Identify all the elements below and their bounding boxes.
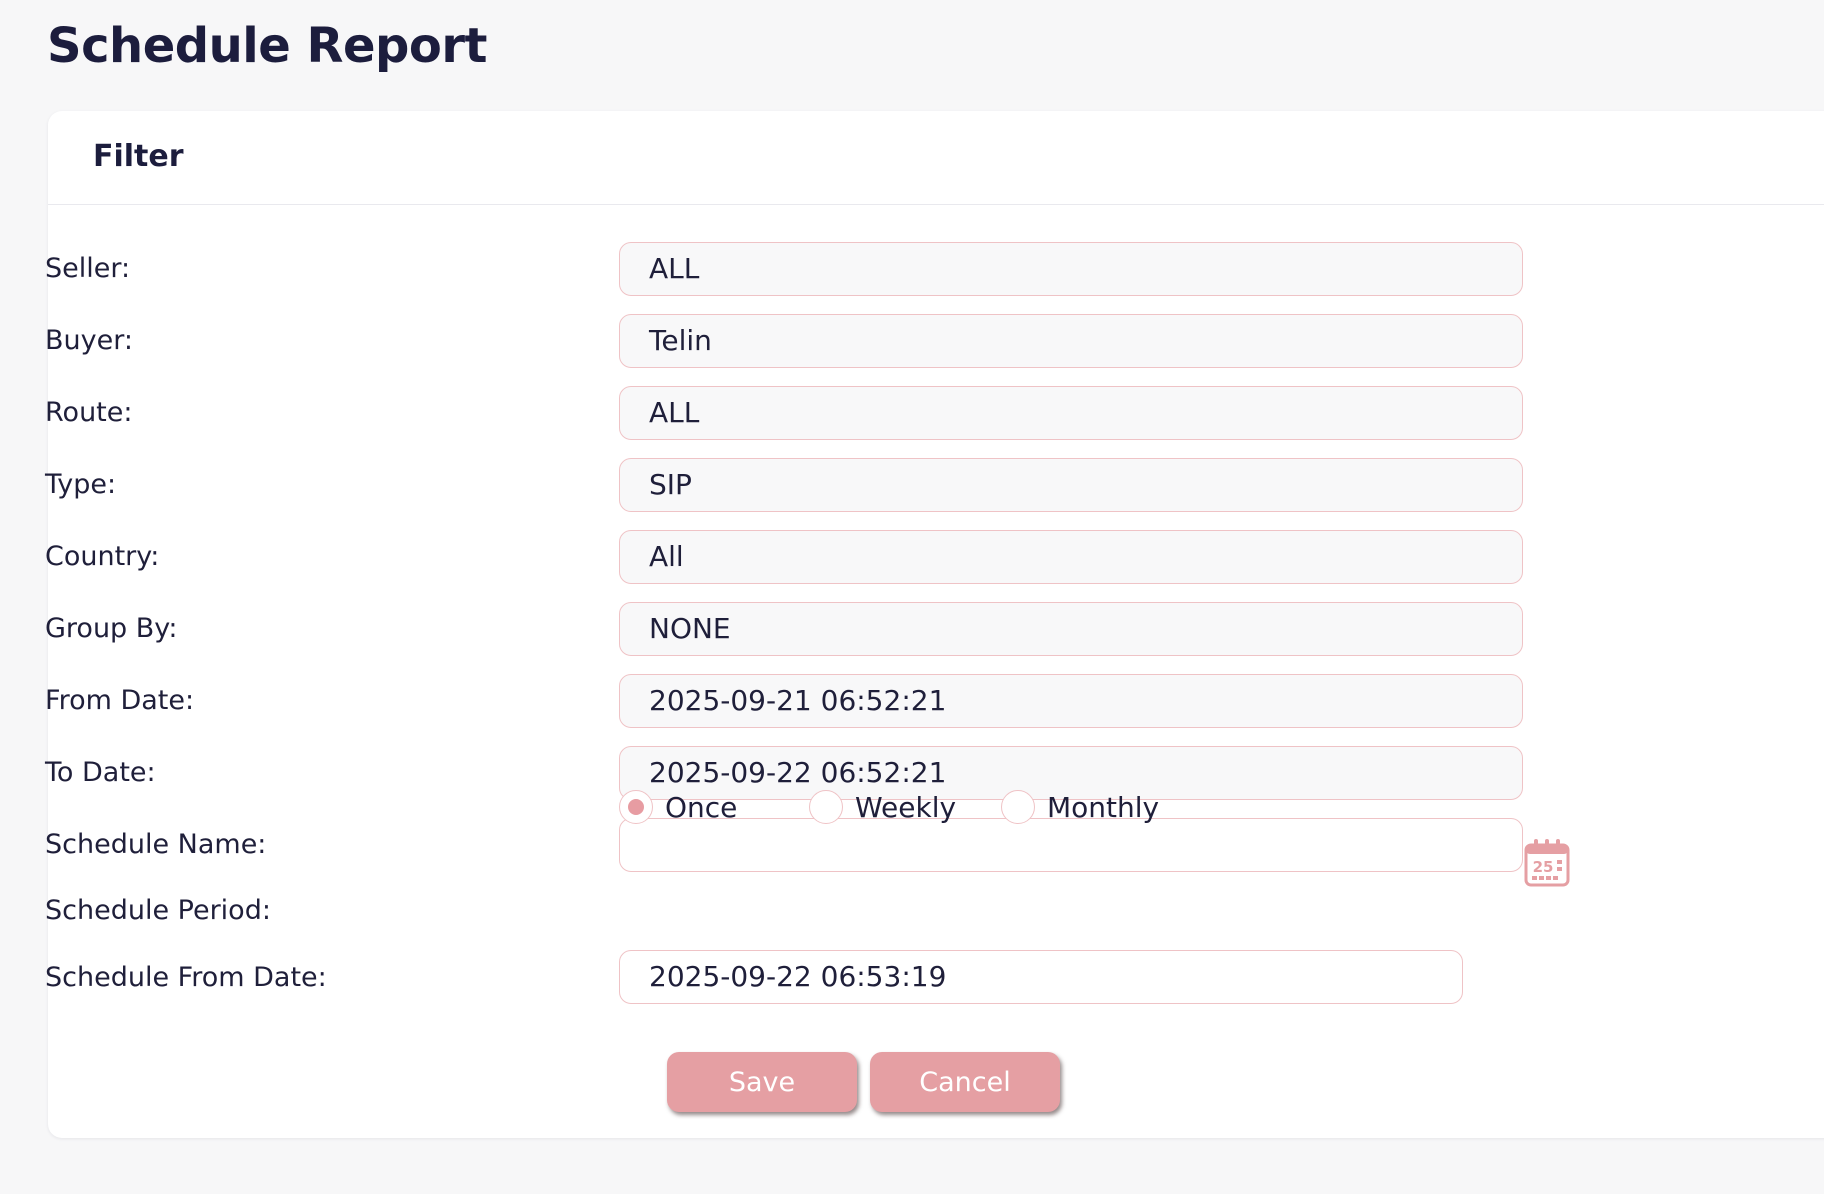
buyer-value: Telin bbox=[649, 324, 712, 357]
save-button[interactable]: Save bbox=[667, 1052, 857, 1112]
type-label: Type: bbox=[45, 469, 117, 500]
group-by-value: NONE bbox=[649, 612, 731, 645]
radio-option-monthly[interactable]: Monthly bbox=[1001, 785, 1159, 829]
route-select[interactable]: ALL bbox=[619, 386, 1523, 440]
group-by-label: Group By: bbox=[45, 613, 178, 644]
buyer-label: Buyer: bbox=[45, 325, 133, 356]
radio-option-weekly[interactable]: Weekly bbox=[809, 785, 956, 829]
type-value: SIP bbox=[649, 468, 692, 501]
to-date-label: To Date: bbox=[45, 757, 156, 788]
route-value: ALL bbox=[649, 396, 700, 429]
country-label: Country: bbox=[45, 541, 160, 572]
country-value: All bbox=[649, 540, 684, 573]
country-select[interactable]: All bbox=[619, 530, 1523, 584]
group-by-select[interactable]: NONE bbox=[619, 602, 1523, 656]
calendar-icon[interactable]: 25 bbox=[1524, 838, 1570, 888]
schedule-from-date-input[interactable]: 2025-09-22 06:53:19 bbox=[619, 950, 1463, 1004]
from-date-label: From Date: bbox=[45, 685, 195, 716]
radio-weekly-label[interactable]: Weekly bbox=[855, 791, 956, 824]
cancel-button[interactable]: Cancel bbox=[870, 1052, 1060, 1112]
seller-value: ALL bbox=[649, 252, 700, 285]
from-date-value: 2025-09-21 06:52:21 bbox=[649, 684, 947, 717]
schedule-period-radio-group: Once Weekly Monthly bbox=[619, 785, 1179, 829]
radio-once-circle[interactable] bbox=[619, 790, 653, 824]
radio-once-label[interactable]: Once bbox=[665, 791, 737, 824]
buyer-select[interactable]: Telin bbox=[619, 314, 1523, 368]
page-title: Schedule Report bbox=[47, 18, 487, 74]
filter-title: Filter bbox=[93, 139, 184, 174]
radio-monthly-circle[interactable] bbox=[1001, 790, 1035, 824]
calendar-day-number: 25 bbox=[1533, 858, 1554, 876]
seller-select[interactable]: ALL bbox=[619, 242, 1523, 296]
schedule-from-date-label: Schedule From Date: bbox=[45, 962, 327, 993]
from-date-field[interactable]: 2025-09-21 06:52:21 bbox=[619, 674, 1523, 728]
radio-weekly-circle[interactable] bbox=[809, 790, 843, 824]
radio-monthly-label[interactable]: Monthly bbox=[1047, 791, 1159, 824]
radio-option-once[interactable]: Once bbox=[619, 785, 737, 829]
seller-label: Seller: bbox=[45, 253, 131, 284]
type-select[interactable]: SIP bbox=[619, 458, 1523, 512]
route-label: Route: bbox=[45, 397, 133, 428]
schedule-from-date-value: 2025-09-22 06:53:19 bbox=[649, 960, 947, 993]
schedule-period-label: Schedule Period: bbox=[45, 895, 271, 926]
filter-card-header: Filter bbox=[48, 111, 1824, 205]
schedule-name-label: Schedule Name: bbox=[45, 829, 267, 860]
